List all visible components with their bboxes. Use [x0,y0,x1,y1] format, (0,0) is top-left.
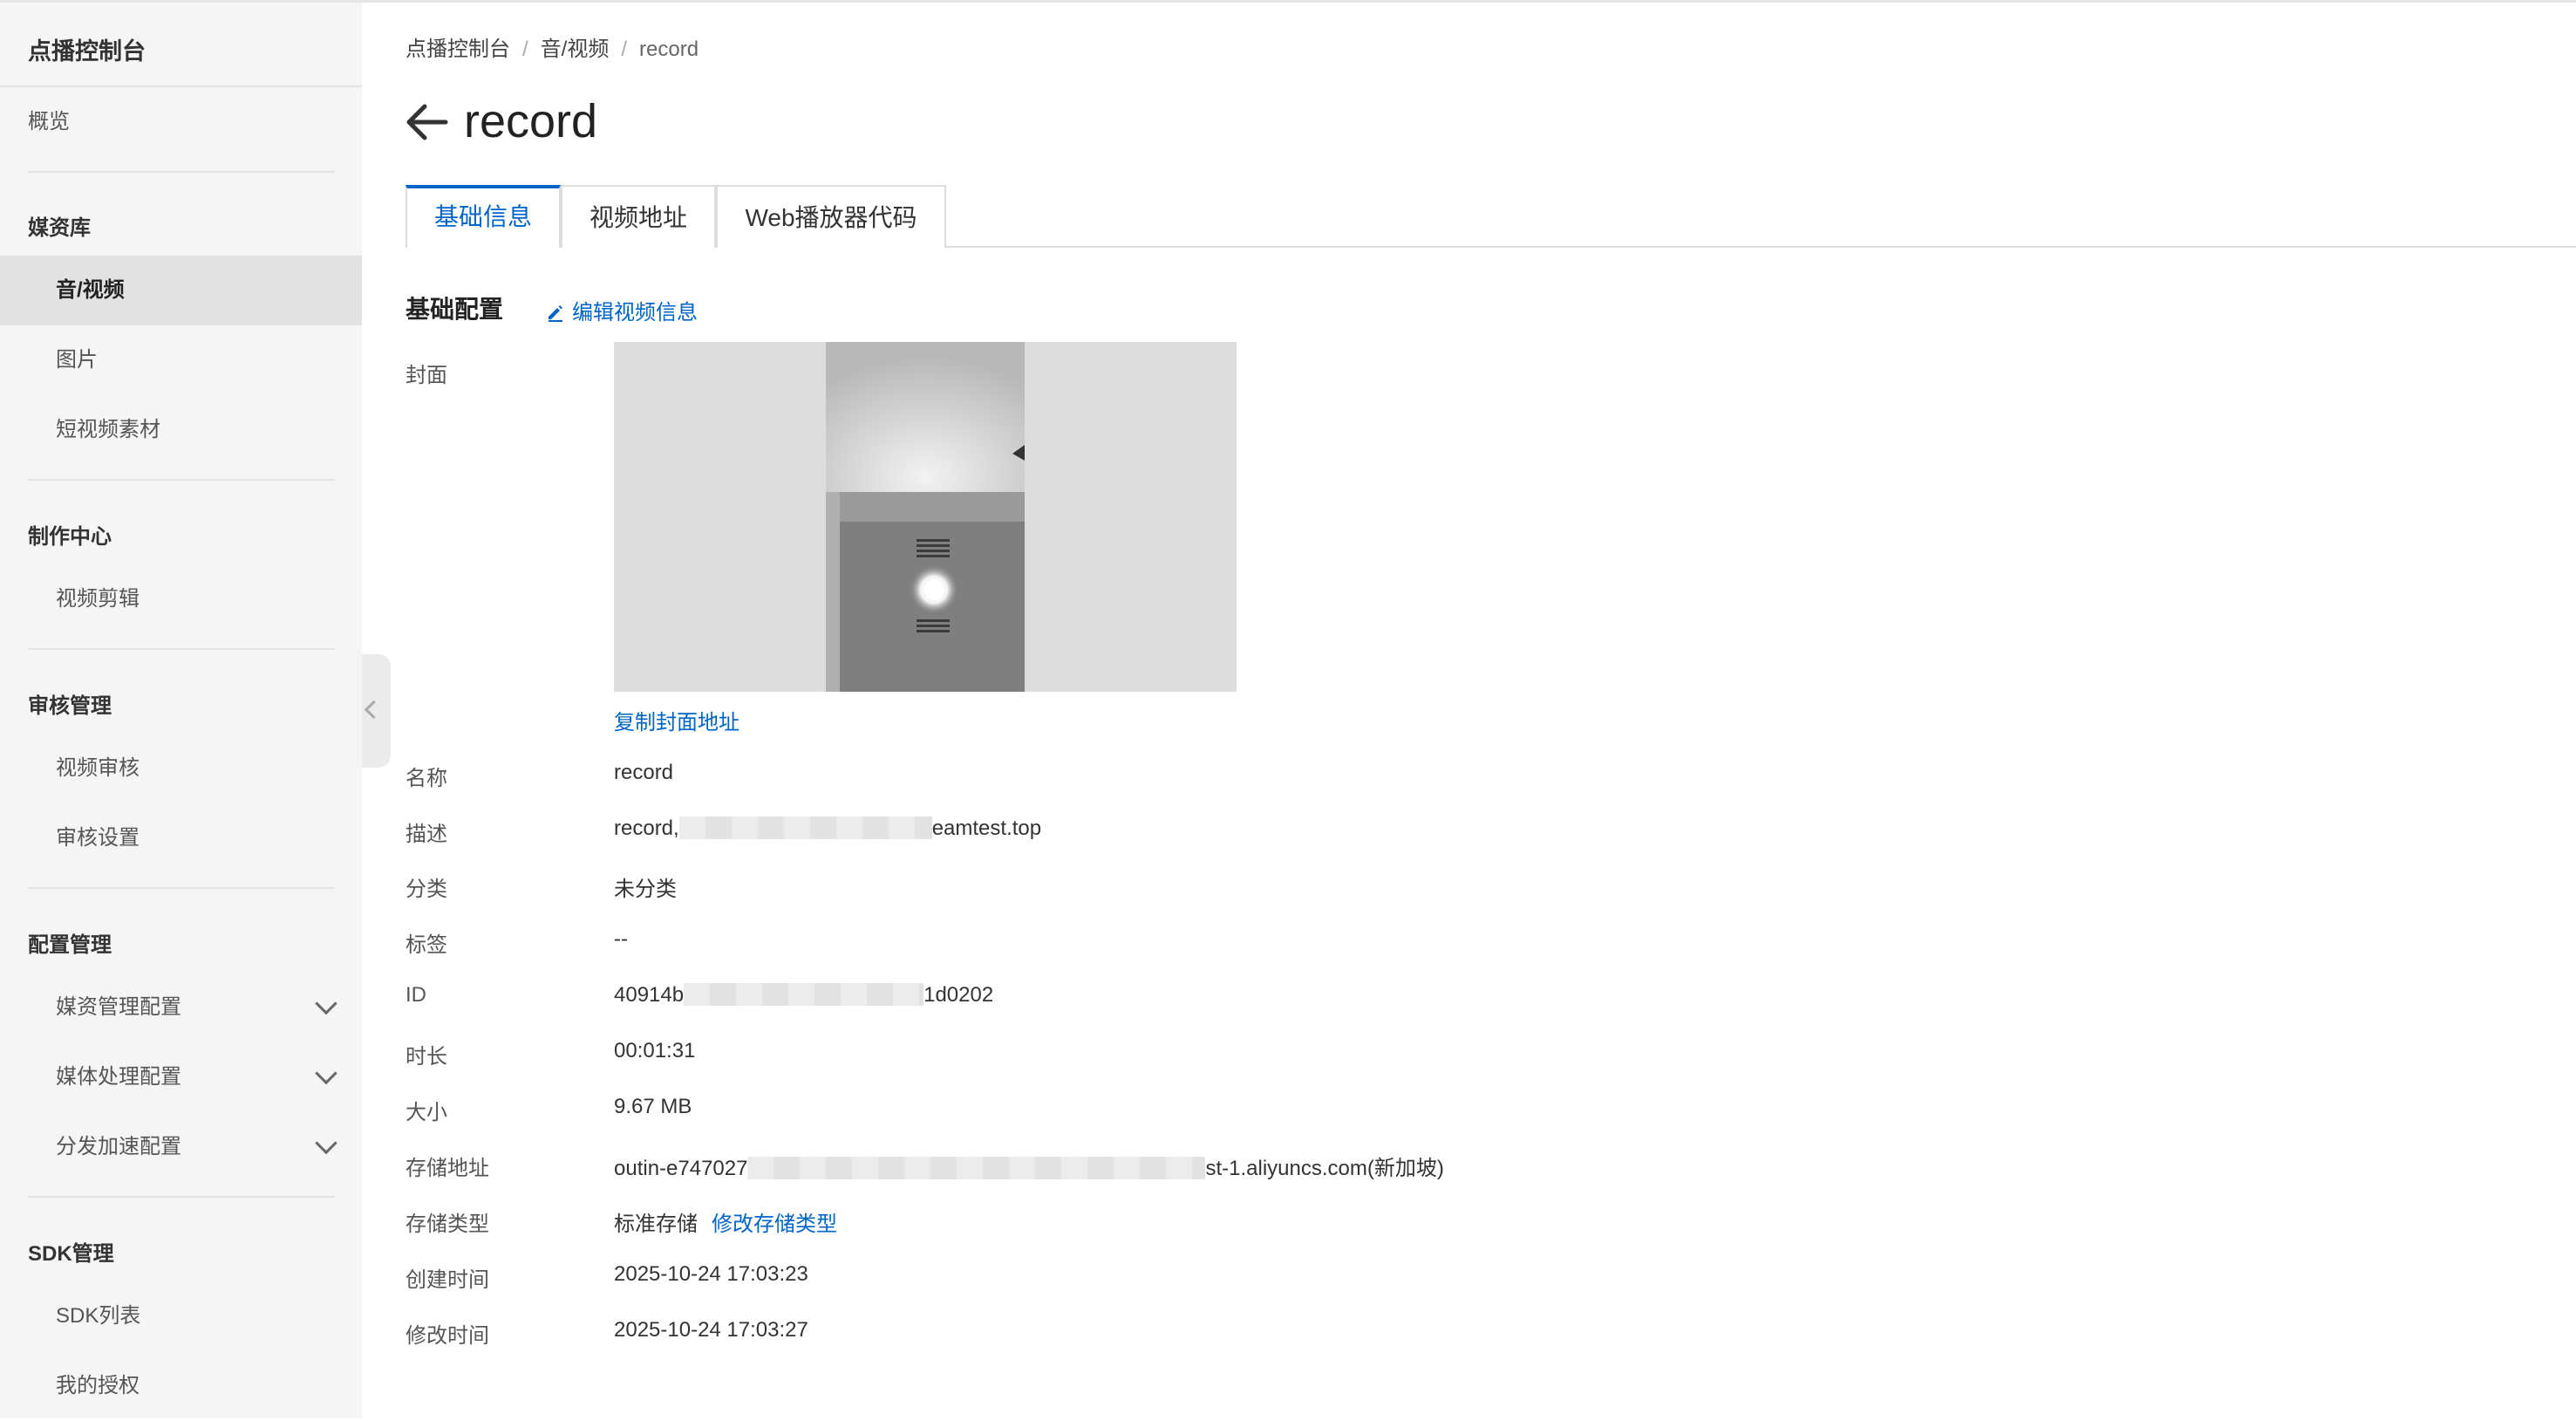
field-modified-label: 修改时间 [405,1324,489,1348]
storage-address-prefix: outin-e747027 [614,1157,748,1180]
redacted-text [678,816,932,839]
sidebar-item-images[interactable]: 图片 [0,325,362,395]
cover-thumbnail[interactable] [614,342,1237,692]
sidebar-item-label: 媒体处理配置 [56,1065,181,1089]
sidebar-item-audio-video[interactable]: 音/视频 [0,256,362,325]
redacted-text [747,1157,1206,1179]
sidebar-item-media-management-config[interactable]: 媒资管理配置 [0,973,362,1042]
sidebar-section-config: 配置管理 [28,933,112,957]
edit-link-label: 编辑视频信息 [572,301,698,325]
edit-video-info-link[interactable]: 编辑视频信息 [546,295,698,325]
sidebar-item-short-video-materials[interactable]: 短视频素材 [0,395,362,465]
field-modified-value: 2025-10-24 17:03:27 [614,1318,808,1342]
breadcrumb-separator: / [621,38,628,61]
divider [28,887,335,889]
copy-cover-address-link[interactable]: 复制封面地址 [614,705,739,735]
field-tags-label: 标签 [405,933,447,957]
change-storage-type-link[interactable]: 修改存储类型 [712,1213,837,1236]
cover-image [826,342,1025,692]
storage-type-text: 标准存储 [614,1213,698,1236]
field-storage-address-label: 存储地址 [405,1157,489,1180]
tab-web-player-code[interactable]: Web播放器代码 [716,185,946,248]
sidebar-item-video-editing[interactable]: 视频剪辑 [0,564,362,634]
field-category-label: 分类 [405,878,447,901]
breadcrumb-separator: / [522,38,528,61]
field-duration-value: 00:01:31 [614,1039,696,1062]
divider [28,648,335,650]
field-storage-type-value: 标准存储 修改存储类型 [614,1206,837,1237]
sidebar-section-review: 审核管理 [28,694,112,718]
field-description-value: record, eamtest.top [614,816,1041,841]
chevron-down-icon [315,1062,337,1085]
pencil-icon [549,305,562,322]
sidebar-item-media-processing-config[interactable]: 媒体处理配置 [0,1042,362,1112]
field-name-label: 名称 [405,767,447,790]
tab-basic-info[interactable]: 基础信息 [405,185,561,248]
chevron-down-icon [315,992,337,1015]
sidebar-item-video-review[interactable]: 视频审核 [0,734,362,803]
sidebar-item-my-authorization[interactable]: 我的授权 [0,1351,362,1421]
field-duration-label: 时长 [405,1045,447,1069]
storage-address-suffix: st-1.aliyuncs.com(新加坡) [1205,1157,1444,1180]
field-description-label: 描述 [405,823,447,846]
field-tags-value: -- [614,927,628,951]
sidebar-item-review-settings[interactable]: 审核设置 [0,803,362,873]
sidebar: 点播控制台 概览 媒资库 音/视频 图片 短视频素材 制作中心 视频剪辑 审核管… [0,3,362,1418]
sidebar-section-production: 制作中心 [28,525,112,549]
sidebar-item-distribution-acceleration-config[interactable]: 分发加速配置 [0,1112,362,1182]
sidebar-item-sdk-list[interactable]: SDK列表 [0,1281,362,1351]
field-name-value: record [614,761,674,784]
breadcrumb-item[interactable]: 音/视频 [541,38,610,61]
divider [28,479,335,481]
sidebar-item-label: 分发加速配置 [56,1135,181,1158]
field-created-value: 2025-10-24 17:03:23 [614,1262,808,1286]
field-category-value: 未分类 [614,878,677,901]
sidebar-title: 点播控制台 [28,38,146,65]
field-created-label: 创建时间 [405,1268,489,1292]
description-prefix: record, [614,816,679,840]
sidebar-item-overview[interactable]: 概览 [0,87,362,157]
field-size-value: 9.67 MB [614,1095,692,1118]
field-storage-type-label: 存储类型 [405,1213,489,1236]
description-suffix: eamtest.top [931,816,1042,840]
field-id-value: 40914b 1d0202 [614,983,993,1008]
breadcrumb-current: record [639,38,699,61]
top-border [0,0,2576,3]
sidebar-section-sdk: SDK管理 [28,1242,114,1266]
divider [28,1196,335,1198]
chevron-left-icon [364,700,384,720]
field-storage-address-value: outin-e747027 st-1.aliyuncs.com(新加坡) [614,1151,1444,1181]
breadcrumb: 点播控制台 / 音/视频 / record [405,31,699,62]
redacted-text [684,983,924,1006]
id-suffix: 1d0202 [923,983,994,1007]
id-prefix: 40914b [614,983,685,1007]
page-title: record [464,95,598,147]
sidebar-section-media: 媒资库 [28,216,91,240]
divider [28,171,335,173]
field-size-label: 大小 [405,1101,447,1124]
sidebar-item-label: 媒资管理配置 [56,995,181,1019]
field-id-label: ID [405,983,426,1007]
sidebar-collapse-toggle[interactable] [362,654,391,768]
cover-label: 封面 [405,364,447,387]
tab-video-address[interactable]: 视频地址 [561,185,716,248]
section-title: 基础配置 [405,296,504,323]
chevron-down-icon [315,1131,337,1155]
arrow-left-icon[interactable] [404,103,449,141]
breadcrumb-item[interactable]: 点播控制台 [405,38,510,61]
